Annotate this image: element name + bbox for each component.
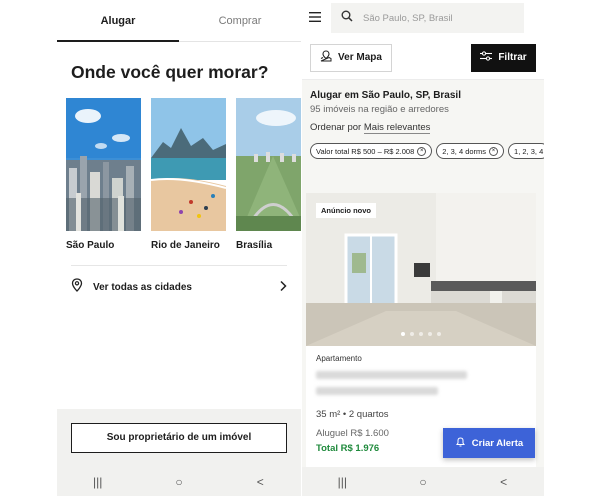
search-input[interactable]: São Paulo, SP, Brasil [331,3,524,33]
results-count: 95 imóveis na região e arredores [310,104,449,115]
sort-prefix: Ordenar por [310,122,362,133]
map-pin-icon [320,50,332,65]
sliders-icon [480,51,493,64]
create-alert-button[interactable]: Criar Alerta [443,428,535,458]
city-card-brasilia[interactable]: Brasília [236,98,301,251]
action-bar: Ver Mapa Filtrar [302,36,544,80]
create-alert-label: Criar Alerta [471,437,524,449]
active-tab-indicator [57,40,179,42]
new-listing-badge: Anúncio novo [316,203,376,218]
filter-chip-more[interactable]: 1, 2, 3, 4 [508,143,544,159]
back-icon[interactable]: < [490,475,518,489]
view-map-label: Ver Mapa [338,52,382,63]
home-icon[interactable]: ○ [409,475,437,489]
back-icon[interactable]: < [246,475,274,489]
pagination-dot [428,332,432,336]
filter-label: Filtrar [498,52,527,63]
listing-specs: 35 m² • 2 quartos [316,409,389,420]
page-title: Onde você quer morar? [71,62,269,82]
see-all-cities-link[interactable]: Ver todas as cidades [57,266,301,309]
search-icon [341,9,353,27]
city-name: Rio de Janeiro [151,240,220,251]
city-name: Brasília [236,240,273,251]
results-header: Alugar em São Paulo, SP, Brasil 95 imóve… [302,80,544,134]
listing-photo[interactable]: Anúncio novo [306,193,536,346]
photo-pagination [306,332,536,336]
recent-apps-icon[interactable]: ||| [328,475,356,489]
sao-paulo-image [66,98,141,231]
chip-label: 1, 2, 3, 4 [514,146,544,156]
city-name: São Paulo [66,240,115,251]
filter-button[interactable]: Filtrar [471,43,536,72]
city-carousel[interactable]: São Paulo Rio de Janeiro Brasília [57,98,301,251]
filter-chips: Valor total R$ 500 – R$ 2.008 × 2, 3, 4 … [310,143,544,159]
location-pin-icon [71,278,83,297]
sort-control[interactable]: Ordenar por Mais relevantes [310,122,536,134]
blurred-address-line [316,371,468,379]
chip-label: Valor total R$ 500 – R$ 2.008 [316,146,415,156]
system-nav-bar: ||| ○ < [302,467,544,496]
search-results-screen: São Paulo, SP, Brasil Ver Mapa Filtrar A… [302,0,544,496]
filter-chip-price[interactable]: Valor total R$ 500 – R$ 2.008 × [310,143,433,159]
pagination-dot [419,332,423,336]
property-type: Apartamento [316,354,362,363]
tab-rent[interactable]: Alugar [57,0,179,41]
pagination-dot [410,332,414,336]
listing-card[interactable]: Anúncio novo Apartamento 35 m² • 2 quart… [306,193,536,468]
rent-buy-tabs: Alugar Comprar [57,0,301,42]
tab-buy[interactable]: Comprar [179,0,301,41]
blurred-address-line [316,387,438,395]
see-all-cities-label: Ver todas as cidades [93,282,192,293]
rio-de-janeiro-image [151,98,226,231]
pagination-dot [437,332,441,336]
home-icon[interactable]: ○ [165,475,193,489]
chevron-right-icon [279,279,287,297]
sort-value: Mais relevantes [363,122,431,134]
city-card-rio-de-janeiro[interactable]: Rio de Janeiro [151,98,226,251]
owner-button[interactable]: Sou proprietário de um imóvel [71,423,287,453]
system-nav-bar: ||| ○ < [57,467,301,496]
search-placeholder: São Paulo, SP, Brasil [363,12,453,24]
rent-home-screen: Alugar Comprar Onde você quer morar? São… [57,0,301,496]
brasilia-image [236,98,301,231]
close-icon[interactable]: × [417,146,427,156]
view-map-button[interactable]: Ver Mapa [310,43,392,72]
recent-apps-icon[interactable]: ||| [84,475,112,489]
menu-icon[interactable] [309,9,321,27]
results-title: Alugar em São Paulo, SP, Brasil [310,90,461,101]
city-card-sao-paulo[interactable]: São Paulo [66,98,141,251]
chip-label: 2, 3, 4 dorms [442,146,487,156]
close-icon[interactable]: × [489,146,499,156]
bell-icon [455,436,466,450]
pagination-dot [401,332,405,336]
filter-chip-bedrooms[interactable]: 2, 3, 4 dorms × [436,143,505,159]
top-bar: São Paulo, SP, Brasil [302,0,544,36]
